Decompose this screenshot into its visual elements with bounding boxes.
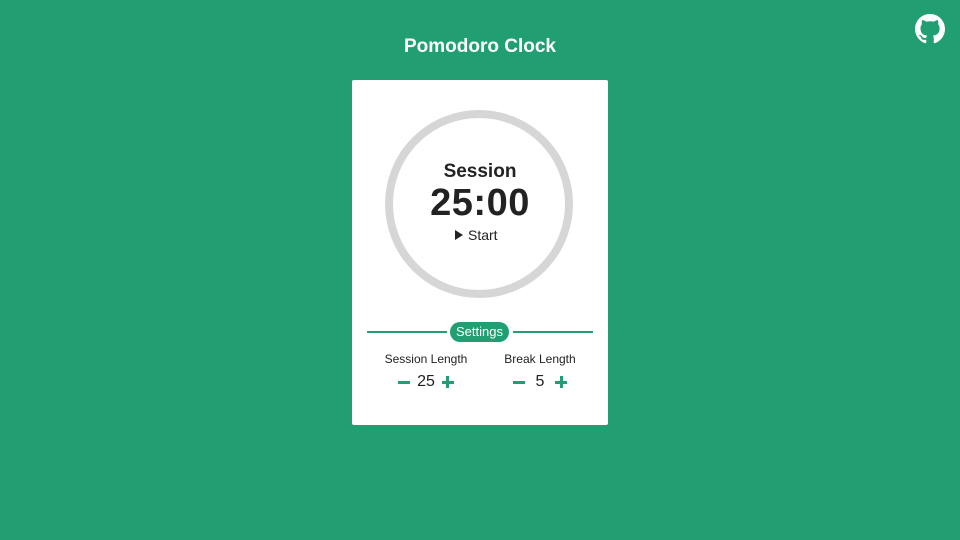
timer-mode-label: Session	[443, 161, 517, 182]
break-length-value: 5	[535, 373, 545, 390]
session-increment-icon[interactable]	[441, 375, 455, 389]
timer-display: 25:00	[430, 182, 530, 224]
settings-badge: Settings	[450, 322, 509, 342]
session-length-setting: Session Length 25	[376, 351, 476, 391]
break-length-stepper: 5	[490, 373, 590, 391]
break-increment-icon[interactable]	[554, 375, 568, 389]
app-title: Pomodoro Clock	[403, 36, 556, 57]
start-button[interactable]: Start	[455, 226, 498, 244]
break-length-label: Break Length	[504, 352, 576, 366]
settings-divider-left	[367, 331, 447, 333]
settings-divider-right	[513, 331, 593, 333]
page: Pomodoro Clock Session 25:00 Start Setti…	[0, 0, 960, 540]
clock-card: Session 25:00 Start Settings Session Len…	[352, 80, 608, 425]
start-label: Start	[468, 227, 498, 243]
break-length-setting: Break Length 5	[490, 351, 590, 391]
break-decrement-icon[interactable]	[512, 375, 526, 389]
session-decrement-icon[interactable]	[397, 375, 411, 389]
session-length-value: 25	[417, 373, 435, 390]
session-length-stepper: 25	[376, 373, 476, 391]
session-length-label: Session Length	[384, 352, 468, 366]
play-icon	[455, 230, 463, 240]
